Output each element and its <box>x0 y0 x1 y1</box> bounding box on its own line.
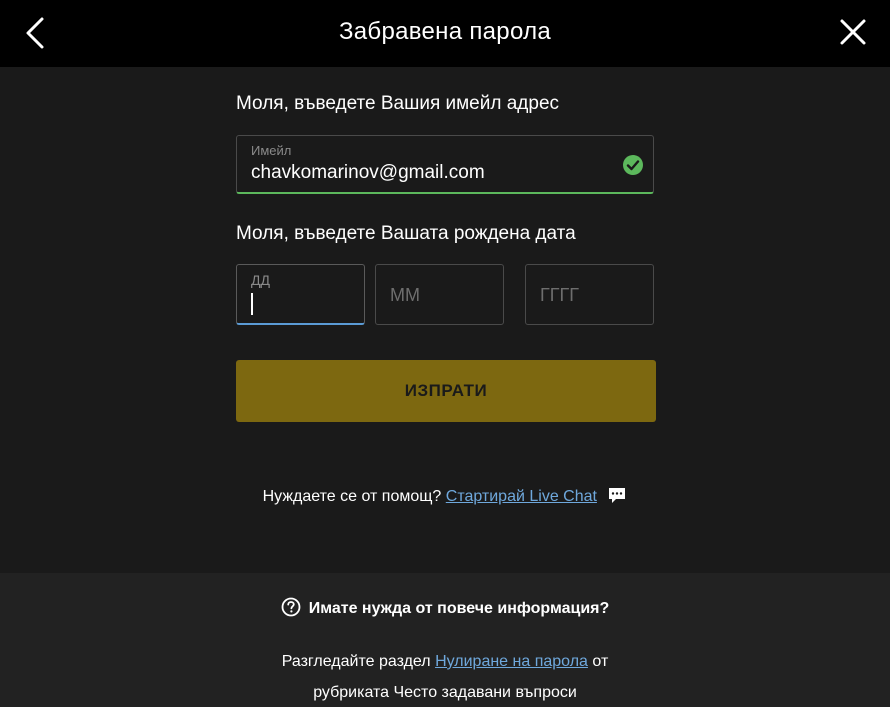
submit-button[interactable]: ИЗПРАТИ <box>236 360 656 422</box>
faq-footer: Имате нужда от повече информация? Разгле… <box>0 573 890 707</box>
faq-line-1: Разгледайте раздел Нулиране на парола от <box>0 653 890 671</box>
close-button[interactable] <box>838 17 868 47</box>
question-circle-icon <box>281 597 301 617</box>
email-field[interactable]: Имейл chavkomarinov@gmail.com <box>236 135 654 194</box>
check-circle-icon <box>623 155 643 175</box>
reset-password-link[interactable]: Нулиране на парола <box>435 653 588 670</box>
live-chat-link[interactable]: Стартирай Live Chat <box>446 488 597 505</box>
year-input[interactable]: ГГГГ <box>525 264 654 325</box>
page-title: Забравена парола <box>338 18 552 45</box>
email-field-label: Имейл <box>251 143 292 158</box>
info-heading: Имате нужда от повече информация? <box>0 597 890 619</box>
close-icon <box>840 19 866 45</box>
help-text: Нуждаете се от помощ? <box>262 488 442 505</box>
info-heading-text: Имате нужда от повече информация? <box>308 600 610 618</box>
day-input[interactable]: ДД <box>236 264 365 325</box>
email-prompt: Моля, въведете Вашия имейл адрес <box>236 93 560 114</box>
month-input[interactable]: ММ <box>375 264 504 325</box>
faq-suffix: от <box>592 653 609 670</box>
modal-header: Забравена парола <box>0 0 890 67</box>
day-input-label: ДД <box>251 272 270 288</box>
faq-prefix: Разгледайте раздел <box>281 653 431 670</box>
help-line: Нуждаете се от помощ? Стартирай Live Cha… <box>0 488 890 508</box>
month-input-placeholder: ММ <box>390 285 420 305</box>
year-input-placeholder: ГГГГ <box>540 285 579 305</box>
faq-line-2: рубриката Често задавани въпроси <box>313 684 577 701</box>
text-cursor <box>251 293 253 315</box>
chat-bubble-icon[interactable] <box>607 486 627 506</box>
dob-prompt: Моля, въведете Вашата рождена дата <box>236 223 576 244</box>
email-field-value: chavkomarinov@gmail.com <box>251 162 485 183</box>
